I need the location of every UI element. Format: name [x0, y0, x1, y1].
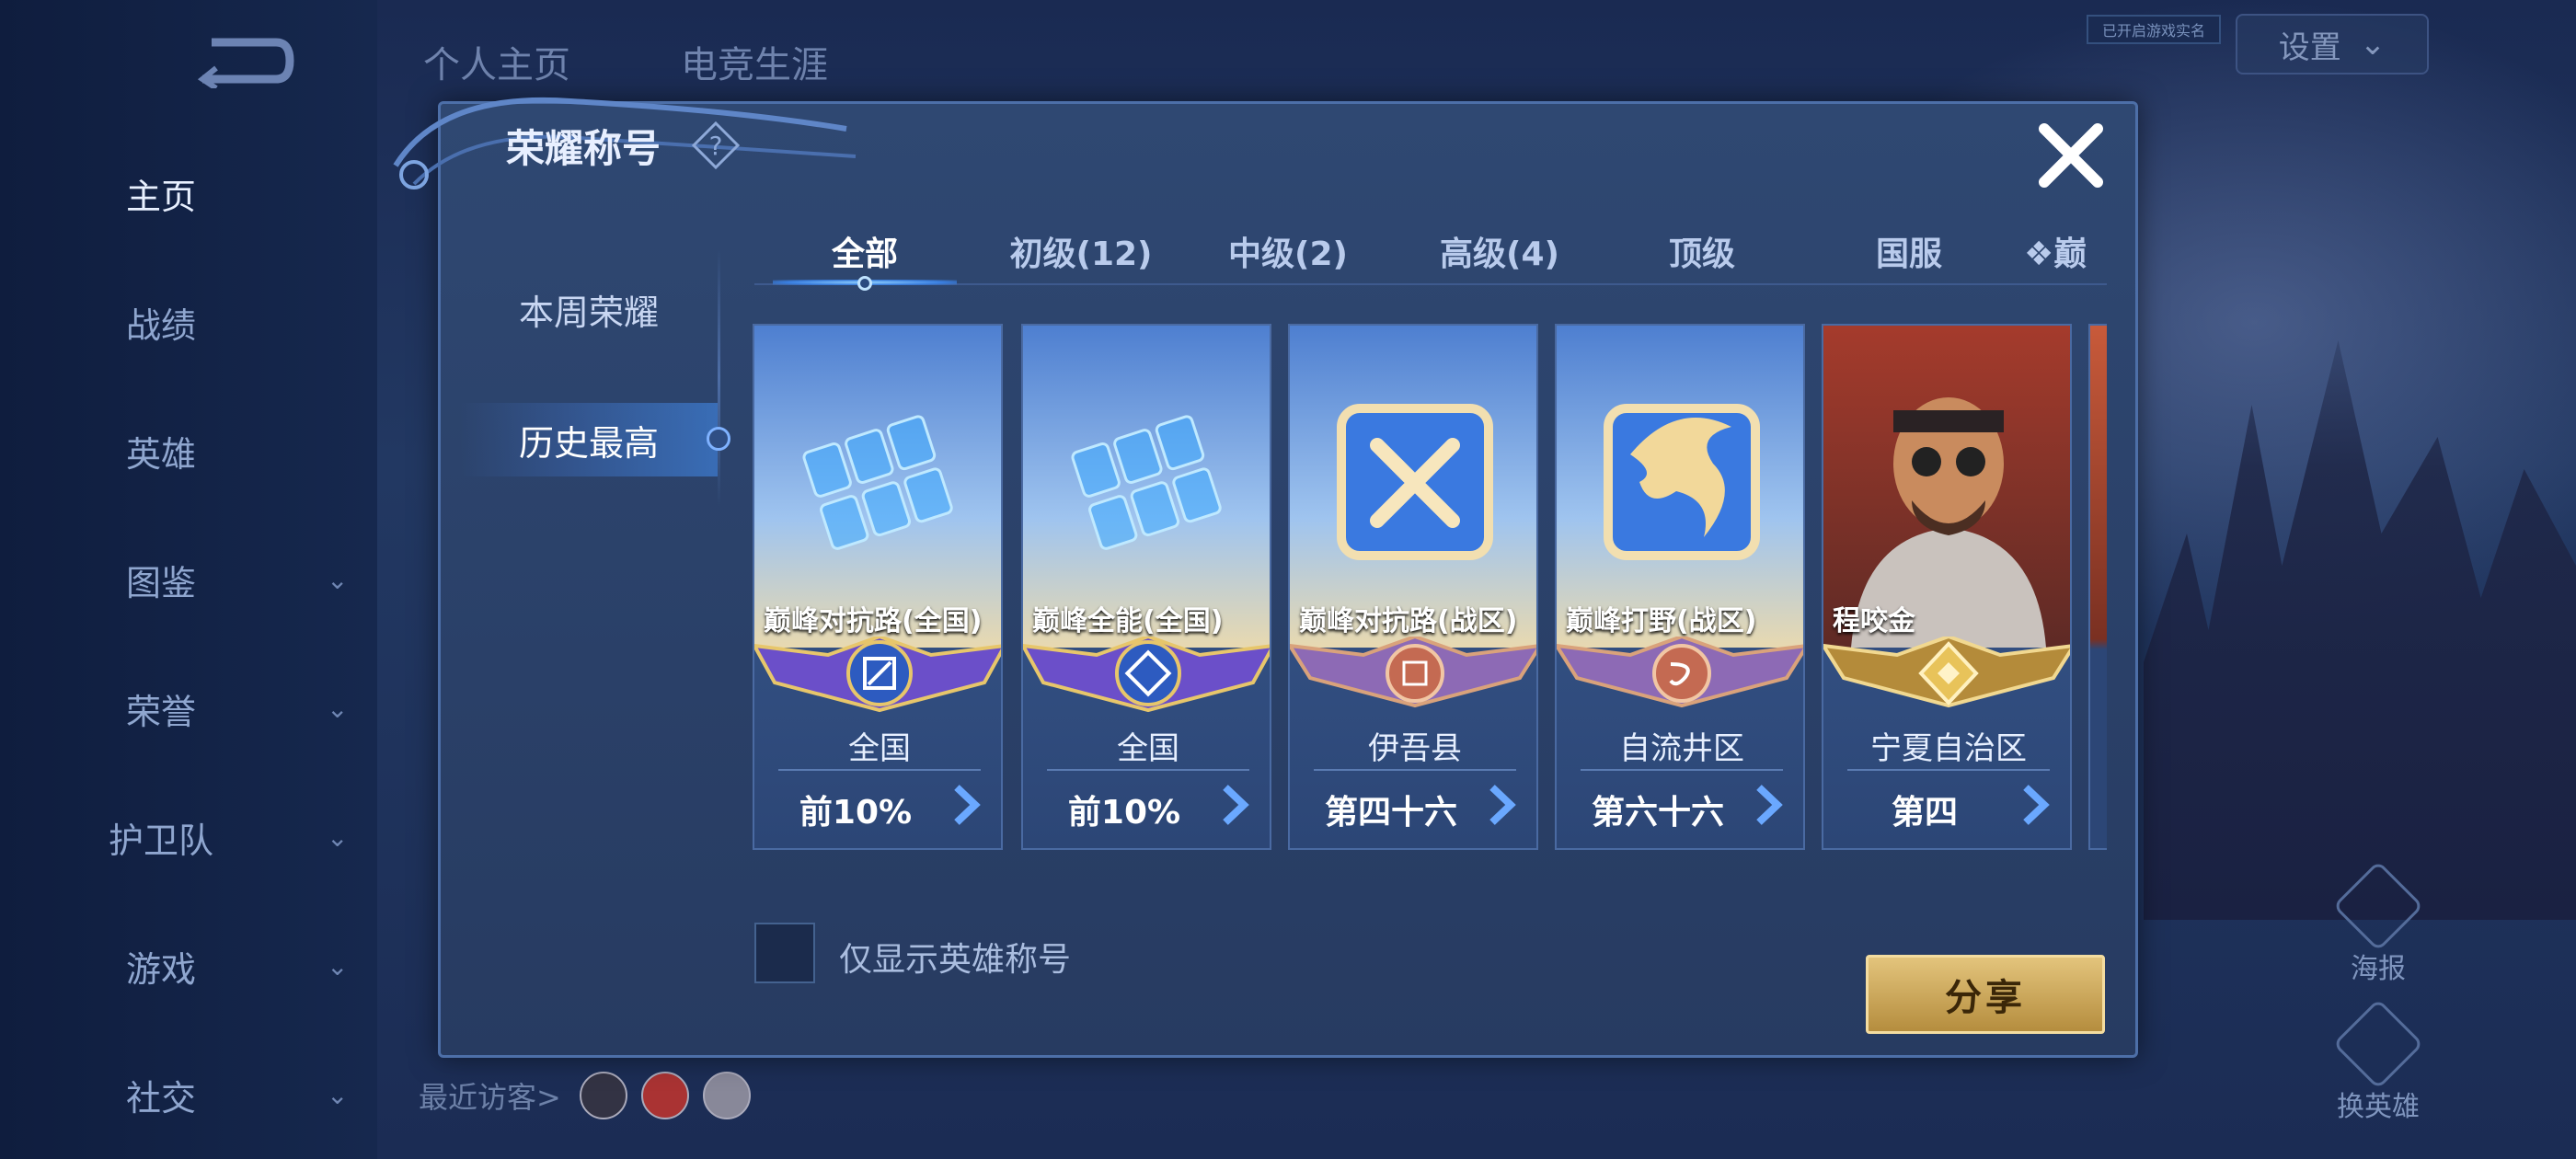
tab-divider — [754, 283, 2107, 285]
title-card[interactable]: 巅峰对抗路(全国) 全国 前10% — [753, 324, 1003, 850]
title-name: 巅峰对抗路(全国) — [764, 605, 983, 637]
side-divider — [718, 248, 720, 506]
active-indicator-dot — [707, 427, 730, 451]
nav-item-home[interactable]: 主页 — [0, 152, 377, 235]
card-divider — [778, 769, 981, 771]
settings-label: 设置 — [2278, 29, 2341, 66]
nav-label: 游戏 — [125, 948, 196, 990]
castle-background — [2144, 340, 2576, 920]
tab-peak[interactable]: ❖巅 — [2024, 219, 2107, 283]
nav-label: 主页 — [125, 176, 196, 217]
tab-beginner[interactable]: 初级(12) — [1003, 219, 1159, 283]
card-divider — [1847, 769, 2050, 771]
title-card-partial[interactable] — [2088, 324, 2107, 850]
title-card[interactable]: 程咬金 宁夏自治区 第四 — [1822, 324, 2072, 850]
tab-national[interactable]: 国服 — [1849, 219, 1969, 283]
title-card[interactable]: 巅峰打野(战区) 自流井区 第六十六 — [1555, 324, 1805, 850]
close-icon[interactable] — [2035, 120, 2107, 191]
title-name: 程咬金 — [1833, 605, 1915, 637]
left-nav: 主页 战绩 英雄 图鉴 ⌄ 荣誉 ⌄ 护卫队 ⌄ 游戏 ⌄ 社交 ⌄ — [0, 0, 377, 1159]
share-button[interactable]: 分享 — [1866, 955, 2105, 1034]
change-hero-label: 换英雄 — [2337, 1091, 2420, 1123]
game-screen: 主页 战绩 英雄 图鉴 ⌄ 荣誉 ⌄ 护卫队 ⌄ 游戏 ⌄ 社交 ⌄ 个人主页 电竞生涯 … — [0, 0, 2576, 1159]
nav-item-guard[interactable]: 护卫队 ⌄ — [0, 796, 377, 878]
chevron-right-icon[interactable] — [2017, 784, 2053, 826]
tier-tabs: 全部 初级(12) 中级(2) 高级(4) 顶级 国服 ❖巅 — [754, 219, 2107, 293]
gold-banner-icon — [1823, 637, 2070, 708]
tab-advanced[interactable]: 高级(4) — [1421, 219, 1578, 283]
change-hero-button[interactable]: 换英雄 — [2328, 998, 2429, 1124]
tab-intermediate[interactable]: 中级(2) — [1214, 219, 1362, 283]
nav-item-record[interactable]: 战绩 — [0, 281, 377, 363]
nav-label: 战绩 — [125, 304, 196, 346]
nav-label: 护卫队 — [108, 820, 213, 861]
change-hero-icon — [2332, 998, 2424, 1090]
title-card[interactable]: 巅峰对抗路(战区) 伊吾县 第四十六 — [1288, 324, 1538, 850]
card-divider — [1581, 769, 1783, 771]
nav-item-social[interactable]: 社交 ⌄ — [0, 1053, 377, 1136]
purple-banner-icon — [754, 637, 1001, 713]
tab-all[interactable]: 全部 — [791, 219, 938, 283]
tab-top[interactable]: 顶级 — [1638, 219, 1766, 283]
chevron-down-icon: ⌄ — [2359, 26, 2386, 63]
title-rank: 第四十六 — [1324, 794, 1457, 832]
chevron-right-icon[interactable] — [1483, 784, 1520, 826]
poster-icon — [2332, 860, 2424, 952]
title-name: 巅峰全能(全国) — [1032, 605, 1224, 637]
chevron-down-icon: ⌄ — [327, 564, 349, 595]
nav-label: 图鉴 — [125, 562, 196, 603]
chevron-down-icon: ⌄ — [327, 821, 349, 853]
back-arrow-icon[interactable] — [193, 33, 294, 88]
title-region: 自流井区 — [1619, 730, 1744, 767]
title-name: 巅峰打野(战区) — [1566, 605, 1757, 637]
svg-text:?: ? — [709, 131, 723, 161]
nav-item-codex[interactable]: 图鉴 ⌄ — [0, 538, 377, 621]
poster-button[interactable]: 海报 — [2328, 860, 2429, 986]
card-divider — [1047, 769, 1249, 771]
sidetab-label: 历史最高 — [518, 422, 659, 464]
nav-item-hero[interactable]: 英雄 — [0, 409, 377, 492]
title-region: 伊吾县 — [1368, 730, 1462, 767]
title-rank: 前10% — [799, 794, 913, 832]
title-name: 巅峰对抗路(战区) — [1299, 605, 1518, 637]
bronze-banner-icon — [1557, 637, 1803, 708]
sidetab-label: 本周荣耀 — [518, 292, 659, 333]
nav-label: 英雄 — [125, 433, 196, 475]
sidetab-history-best[interactable]: 历史最高 — [460, 403, 718, 476]
bronze-banner-icon — [1290, 637, 1536, 708]
title-rank: 第四 — [1891, 794, 1958, 832]
checkbox-label[interactable]: 仅显示英雄称号 — [839, 933, 1071, 981]
active-tab-dot — [857, 276, 872, 291]
nav-label: 荣誉 — [125, 691, 196, 732]
question-icon[interactable]: ? — [692, 121, 740, 169]
avatar[interactable] — [580, 1072, 627, 1119]
chevron-down-icon: ⌄ — [327, 1079, 349, 1110]
nav-item-honor[interactable]: 荣誉 ⌄ — [0, 667, 377, 750]
purple-banner-icon — [1023, 637, 1270, 713]
chevron-right-icon[interactable] — [948, 784, 984, 826]
chevron-down-icon: ⌄ — [327, 950, 349, 981]
title-card[interactable]: 巅峰全能(全国) 全国 前10% — [1021, 324, 1271, 850]
chevron-right-icon[interactable] — [1750, 784, 1787, 826]
title-rank: 第六十六 — [1591, 794, 1724, 832]
settings-button[interactable]: 设置 ⌄ — [2236, 14, 2429, 75]
title-card-list: 巅峰对抗路(全国) 全国 前10% 巅峰全能(全国) 全国 前10% 巅峰对抗路… — [753, 324, 2107, 850]
poster-label: 海报 — [2351, 953, 2406, 985]
title-region: 全国 — [1117, 730, 1179, 767]
realname-tag: 已开启游戏实名 — [2087, 15, 2221, 44]
chevron-down-icon: ⌄ — [327, 693, 349, 724]
card-divider — [1314, 769, 1516, 771]
dialog-title: 荣耀称号 — [506, 126, 661, 171]
nav-item-game[interactable]: 游戏 ⌄ — [0, 924, 377, 1007]
hero-title-only-checkbox[interactable] — [754, 923, 815, 983]
recent-visitors[interactable]: 最近访客> — [419, 1074, 561, 1117]
title-rank: 前10% — [1067, 794, 1181, 832]
chevron-right-icon[interactable] — [1216, 784, 1253, 826]
title-region: 全国 — [848, 730, 911, 767]
avatar[interactable] — [703, 1072, 751, 1119]
avatar[interactable] — [641, 1072, 689, 1119]
title-region: 宁夏自治区 — [1870, 730, 2027, 767]
nav-label: 社交 — [125, 1077, 196, 1119]
sidetab-this-week[interactable]: 本周荣耀 — [460, 272, 718, 346]
